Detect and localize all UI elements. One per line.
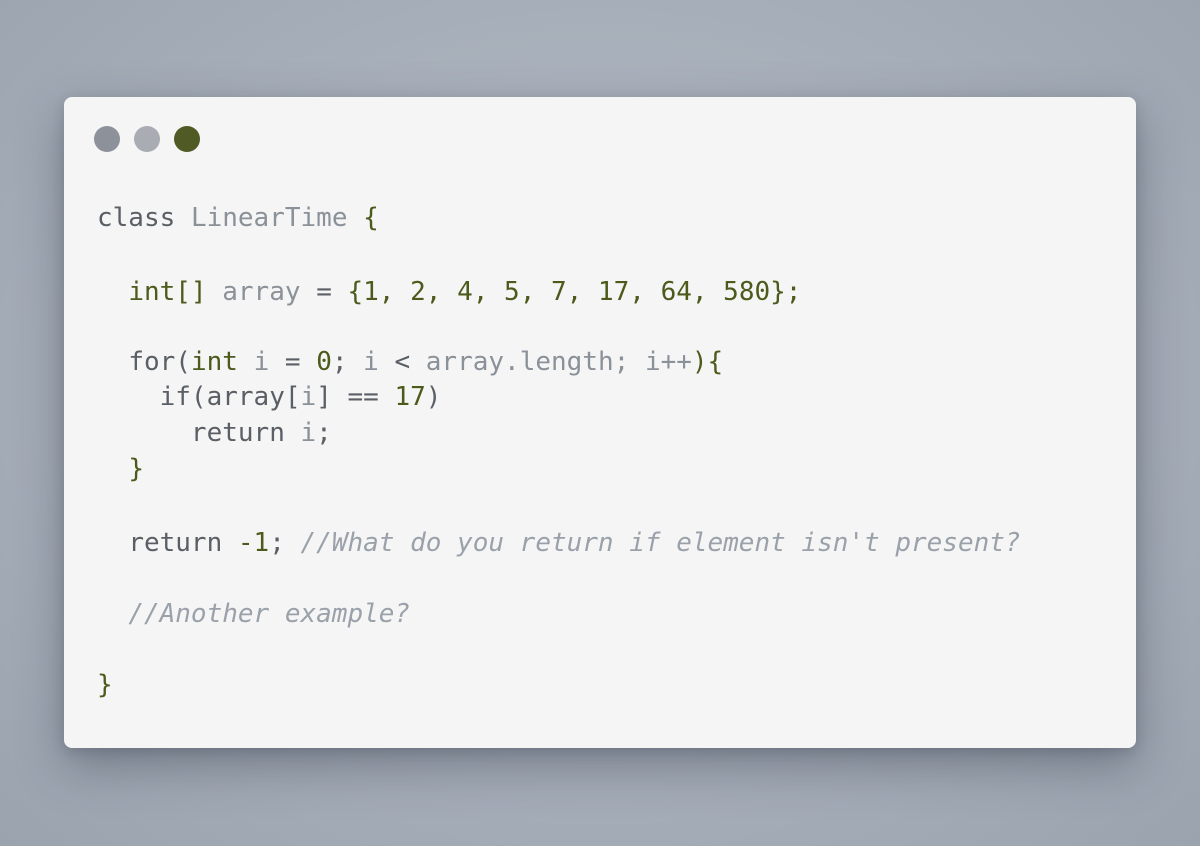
code-line-close-class: } <box>97 667 113 703</box>
variable: i <box>253 347 270 377</box>
increment: i++ <box>644 347 692 377</box>
keyword: for( <box>128 347 191 377</box>
keyword: return <box>128 528 223 558</box>
variable: array <box>222 277 301 307</box>
brace: ){ <box>691 347 724 377</box>
brace: } <box>128 454 144 484</box>
number: -1 <box>237 528 270 558</box>
comment: //What do you return if element isn't pr… <box>300 528 1021 558</box>
zoom-button[interactable] <box>174 126 200 152</box>
variable: i <box>363 347 379 377</box>
code-line-if: if(array[i] == 17) <box>97 379 442 415</box>
comment: //Another example? <box>128 599 411 629</box>
number: 0 <box>316 347 332 377</box>
semicolon: ; <box>316 418 332 448</box>
class-name: LinearTime <box>190 203 348 233</box>
code-line-close-for: } <box>97 451 144 487</box>
type: int <box>190 347 238 377</box>
number: 17 <box>394 382 426 412</box>
type: int[] <box>128 277 207 307</box>
code-block: class LinearTime { int[] array = {1, 2, … <box>97 97 1021 700</box>
brace: { <box>363 203 379 233</box>
code-line-for: for(int i = 0; i < array.length; i++){ <box>97 344 723 380</box>
operator: ] == <box>316 382 379 412</box>
code-line-comment: //Another example? <box>97 596 410 632</box>
array-length: array.length; <box>425 347 630 377</box>
variable: i <box>300 382 317 412</box>
code-line-return-minus-one: return -1; //What do you return if eleme… <box>97 525 1021 561</box>
array-values: 1, 2, 4, 5, 7, 17, 64, 580 <box>363 277 771 307</box>
brace: }; <box>770 277 802 307</box>
code-line-return-i: return i; <box>97 415 332 451</box>
brace: { <box>347 277 364 307</box>
semicolon: ; <box>331 347 348 377</box>
keyword: return <box>190 418 285 448</box>
keyword: class <box>97 203 176 233</box>
brace: } <box>97 670 113 700</box>
code-window: class LinearTime { int[] array = {1, 2, … <box>64 97 1136 748</box>
paren: ) <box>425 382 442 412</box>
semicolon: ; <box>269 528 285 558</box>
code-line-array: int[] array = {1, 2, 4, 5, 7, 17, 64, 58… <box>97 274 801 310</box>
variable: i <box>300 418 317 448</box>
operator: < <box>394 347 411 377</box>
keyword: if(array[ <box>159 382 301 412</box>
code-line-class: class LinearTime { <box>97 200 379 236</box>
operator: = <box>316 277 332 307</box>
operator: = <box>284 347 301 377</box>
